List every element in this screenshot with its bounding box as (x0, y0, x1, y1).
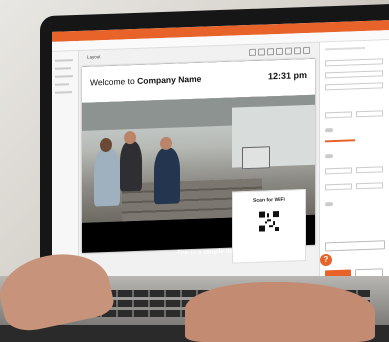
layout-canvas[interactable]: Welcome to Company Name 12:31 pm Scan fo… (82, 58, 315, 264)
tool-icon[interactable] (267, 48, 274, 56)
help-icon[interactable]: ? (320, 254, 332, 266)
toggle-switch[interactable] (325, 154, 333, 159)
property-field[interactable] (356, 110, 383, 118)
property-field[interactable] (325, 111, 352, 119)
sidebar-item[interactable] (55, 59, 73, 62)
property-field[interactable] (356, 166, 383, 174)
panel-heading (325, 46, 365, 51)
sidebar-item[interactable] (55, 75, 73, 78)
laptop-screen: Layout Welcome to Company Name 12:31 pm (52, 20, 389, 296)
person-figure (154, 147, 180, 205)
clock-widget[interactable]: 12:31 pm (268, 70, 307, 81)
property-field[interactable] (325, 167, 352, 175)
panel-section-heading (325, 139, 355, 143)
toggle-switch[interactable] (325, 128, 333, 133)
company-name: Company Name (137, 73, 202, 86)
person-figure (94, 147, 120, 207)
sidebar-item[interactable] (55, 83, 69, 86)
property-field[interactable] (356, 182, 383, 190)
welcome-prefix: Welcome to (90, 75, 135, 88)
property-field[interactable] (325, 183, 352, 191)
sidebar-item[interactable] (55, 67, 71, 70)
qr-title: Scan for WiFi (253, 196, 285, 204)
monitor (242, 146, 270, 170)
toolbar-title: Layout (87, 54, 101, 60)
right-hand (185, 282, 375, 342)
properties-panel (319, 40, 389, 287)
person-figure (120, 140, 142, 192)
date-widget[interactable]: Feb 24, 2021 (267, 245, 305, 253)
tool-icon[interactable] (303, 46, 310, 55)
toggle-switch[interactable] (325, 202, 333, 207)
property-field[interactable] (325, 58, 383, 67)
panel-button[interactable] (325, 240, 385, 252)
qr-code-icon (259, 210, 279, 232)
property-field[interactable] (325, 70, 383, 79)
tool-icon[interactable] (285, 47, 292, 55)
sidebar-item[interactable] (55, 91, 72, 94)
tool-icon[interactable] (258, 48, 265, 56)
tool-icon[interactable] (276, 47, 283, 56)
welcome-text[interactable]: Welcome to Company Name (90, 74, 201, 88)
property-field[interactable] (325, 82, 383, 91)
tool-icon[interactable] (294, 47, 301, 55)
tool-icon[interactable] (249, 48, 256, 57)
